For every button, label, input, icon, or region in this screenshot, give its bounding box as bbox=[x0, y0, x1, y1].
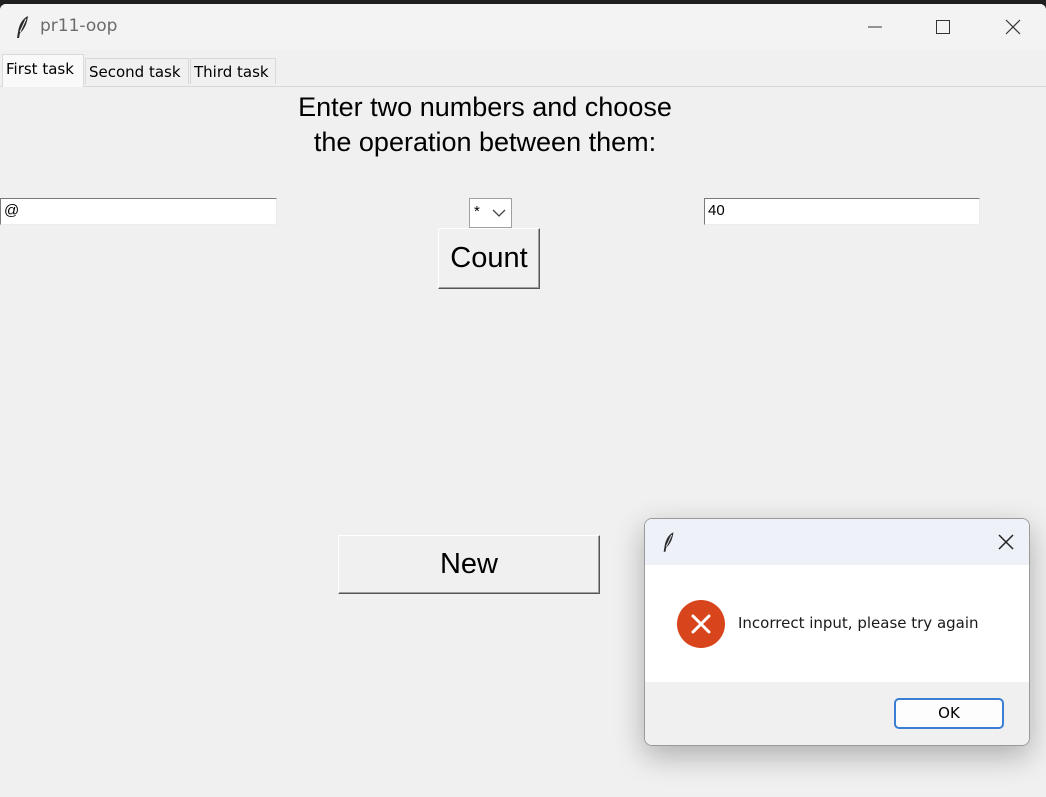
close-icon bbox=[998, 534, 1014, 550]
dialog-close-button[interactable] bbox=[981, 519, 1029, 565]
dialog-title-bar[interactable] bbox=[645, 519, 1029, 565]
ok-button[interactable]: OK bbox=[894, 698, 1004, 729]
instruction-heading: Enter two numbers and choose the operati… bbox=[298, 92, 672, 157]
error-icon bbox=[677, 600, 725, 648]
error-dialog: Incorrect input, please try again OK bbox=[644, 518, 1030, 746]
feather-icon bbox=[663, 532, 674, 552]
minimize-button[interactable] bbox=[840, 4, 910, 50]
maximize-icon bbox=[936, 20, 950, 34]
title-bar[interactable]: pr11-oop bbox=[0, 4, 1046, 50]
dialog-body: Incorrect input, please try again bbox=[645, 565, 1029, 682]
minimize-icon bbox=[868, 26, 882, 28]
chevron-down-icon bbox=[492, 209, 506, 217]
operation-value: * bbox=[474, 203, 480, 220]
tab-first-task[interactable]: First task bbox=[2, 54, 84, 87]
count-button[interactable]: Count bbox=[438, 228, 540, 289]
second-number-input[interactable]: 40 bbox=[704, 198, 980, 225]
operation-select[interactable]: * bbox=[469, 198, 512, 228]
new-button[interactable]: New bbox=[338, 535, 600, 594]
window-title: pr11-oop bbox=[40, 16, 118, 36]
tab-third-task[interactable]: Third task bbox=[190, 58, 276, 84]
close-icon bbox=[1005, 19, 1021, 35]
dialog-message: Incorrect input, please try again bbox=[738, 614, 979, 632]
tab-bar: First task Second task Third task bbox=[0, 50, 1046, 87]
dialog-footer: OK bbox=[645, 682, 1029, 745]
tab-second-task[interactable]: Second task bbox=[85, 58, 189, 84]
first-number-input[interactable]: @ bbox=[0, 198, 277, 225]
feather-icon bbox=[17, 16, 28, 38]
maximize-button[interactable] bbox=[908, 4, 978, 50]
close-button[interactable] bbox=[978, 4, 1046, 50]
